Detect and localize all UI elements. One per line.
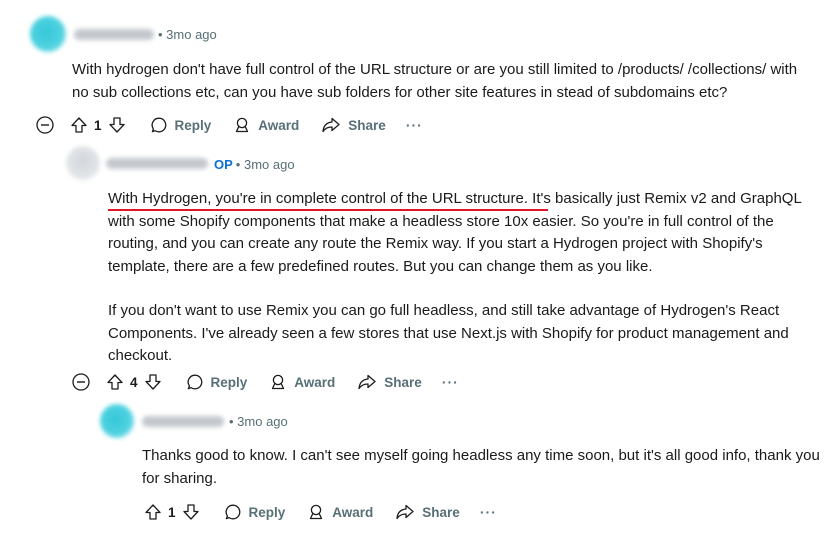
- award-icon: [236, 117, 249, 133]
- share-icon: [396, 504, 414, 520]
- share-label: Share: [422, 504, 460, 520]
- comment-body: With hydrogen don't have full control of…: [72, 59, 812, 104]
- share-label: Share: [384, 374, 422, 390]
- comment-actions: 4 Reply Award Share ···: [72, 369, 459, 395]
- comment-meta: • 3mo ago: [158, 27, 217, 42]
- timestamp: 3mo ago: [237, 414, 288, 429]
- comment-body: With Hydrogen, you're in complete contro…: [108, 188, 820, 368]
- downvote-icon[interactable]: [108, 116, 126, 134]
- share-label: Share: [348, 117, 386, 133]
- highlighted-sentence: With Hydrogen, you're in complete contro…: [108, 190, 528, 207]
- collapse-icon: [72, 373, 90, 391]
- more-options-button[interactable]: ···: [442, 374, 459, 390]
- collapse-thread-button[interactable]: [72, 373, 90, 391]
- upvote-icon[interactable]: [70, 116, 88, 134]
- comment-actions: 1 Reply Award Share ···: [144, 499, 497, 525]
- reply-icon: [225, 504, 240, 520]
- award-button[interactable]: Award: [233, 116, 299, 134]
- upvote-icon[interactable]: [144, 503, 162, 521]
- share-button[interactable]: Share: [357, 373, 422, 391]
- op-badge: OP: [214, 157, 233, 172]
- red-underline-annotation: [108, 209, 548, 211]
- award-icon: [310, 504, 323, 520]
- username-redacted[interactable]: [74, 29, 154, 40]
- vote-group: 1: [70, 116, 126, 134]
- award-button[interactable]: Award: [307, 503, 373, 521]
- award-label: Award: [294, 374, 336, 390]
- avatar[interactable]: [100, 404, 134, 438]
- more-options-button[interactable]: ···: [406, 117, 423, 133]
- comment-meta: • 3mo ago: [229, 414, 288, 429]
- reply-label: Reply: [174, 117, 212, 133]
- share-button[interactable]: Share: [395, 503, 460, 521]
- reply-label: Reply: [210, 374, 248, 390]
- reply-button[interactable]: Reply: [150, 116, 212, 134]
- username-redacted[interactable]: [142, 416, 224, 427]
- award-label: Award: [332, 504, 374, 520]
- comment-text: Thanks good to know. I can't see myself …: [142, 447, 820, 487]
- award-icon: [272, 374, 285, 390]
- vote-group: 1: [144, 503, 200, 521]
- reply-button[interactable]: Reply: [186, 373, 248, 391]
- collapse-icon: [36, 116, 54, 134]
- award-button[interactable]: Award: [269, 373, 335, 391]
- vote-count: 4: [130, 374, 138, 390]
- timestamp: 3mo ago: [243, 157, 295, 172]
- downvote-icon[interactable]: [144, 373, 162, 391]
- vote-count: 1: [94, 117, 102, 133]
- avatar[interactable]: [30, 16, 66, 52]
- vote-count: 1: [168, 504, 176, 520]
- share-icon: [358, 374, 376, 390]
- comment-body: Thanks good to know. I can't see myself …: [142, 445, 822, 490]
- share-icon: [322, 117, 340, 133]
- comment-text: With hydrogen don't have full control of…: [72, 61, 798, 101]
- comment-paragraph: If you don't want to use Remix you can g…: [108, 302, 789, 364]
- reply-label: Reply: [248, 504, 286, 520]
- award-label: Award: [258, 117, 300, 133]
- timestamp: 3mo ago: [166, 27, 217, 42]
- comment-actions: 1 Reply Award Share ···: [36, 112, 423, 138]
- share-button[interactable]: Share: [321, 116, 386, 134]
- upvote-icon[interactable]: [106, 373, 124, 391]
- reply-icon: [151, 117, 166, 133]
- reply-button[interactable]: Reply: [224, 503, 286, 521]
- vote-group: 4: [106, 373, 162, 391]
- reply-icon: [187, 374, 202, 390]
- downvote-icon[interactable]: [182, 503, 200, 521]
- collapse-thread-button[interactable]: [36, 116, 54, 134]
- username-redacted[interactable]: [106, 158, 208, 169]
- comment-paragraph: With Hydrogen, you're in complete contro…: [108, 188, 820, 278]
- avatar[interactable]: [66, 146, 100, 180]
- more-options-button[interactable]: ···: [480, 504, 497, 520]
- comment-meta: OP • 3mo ago: [214, 157, 295, 172]
